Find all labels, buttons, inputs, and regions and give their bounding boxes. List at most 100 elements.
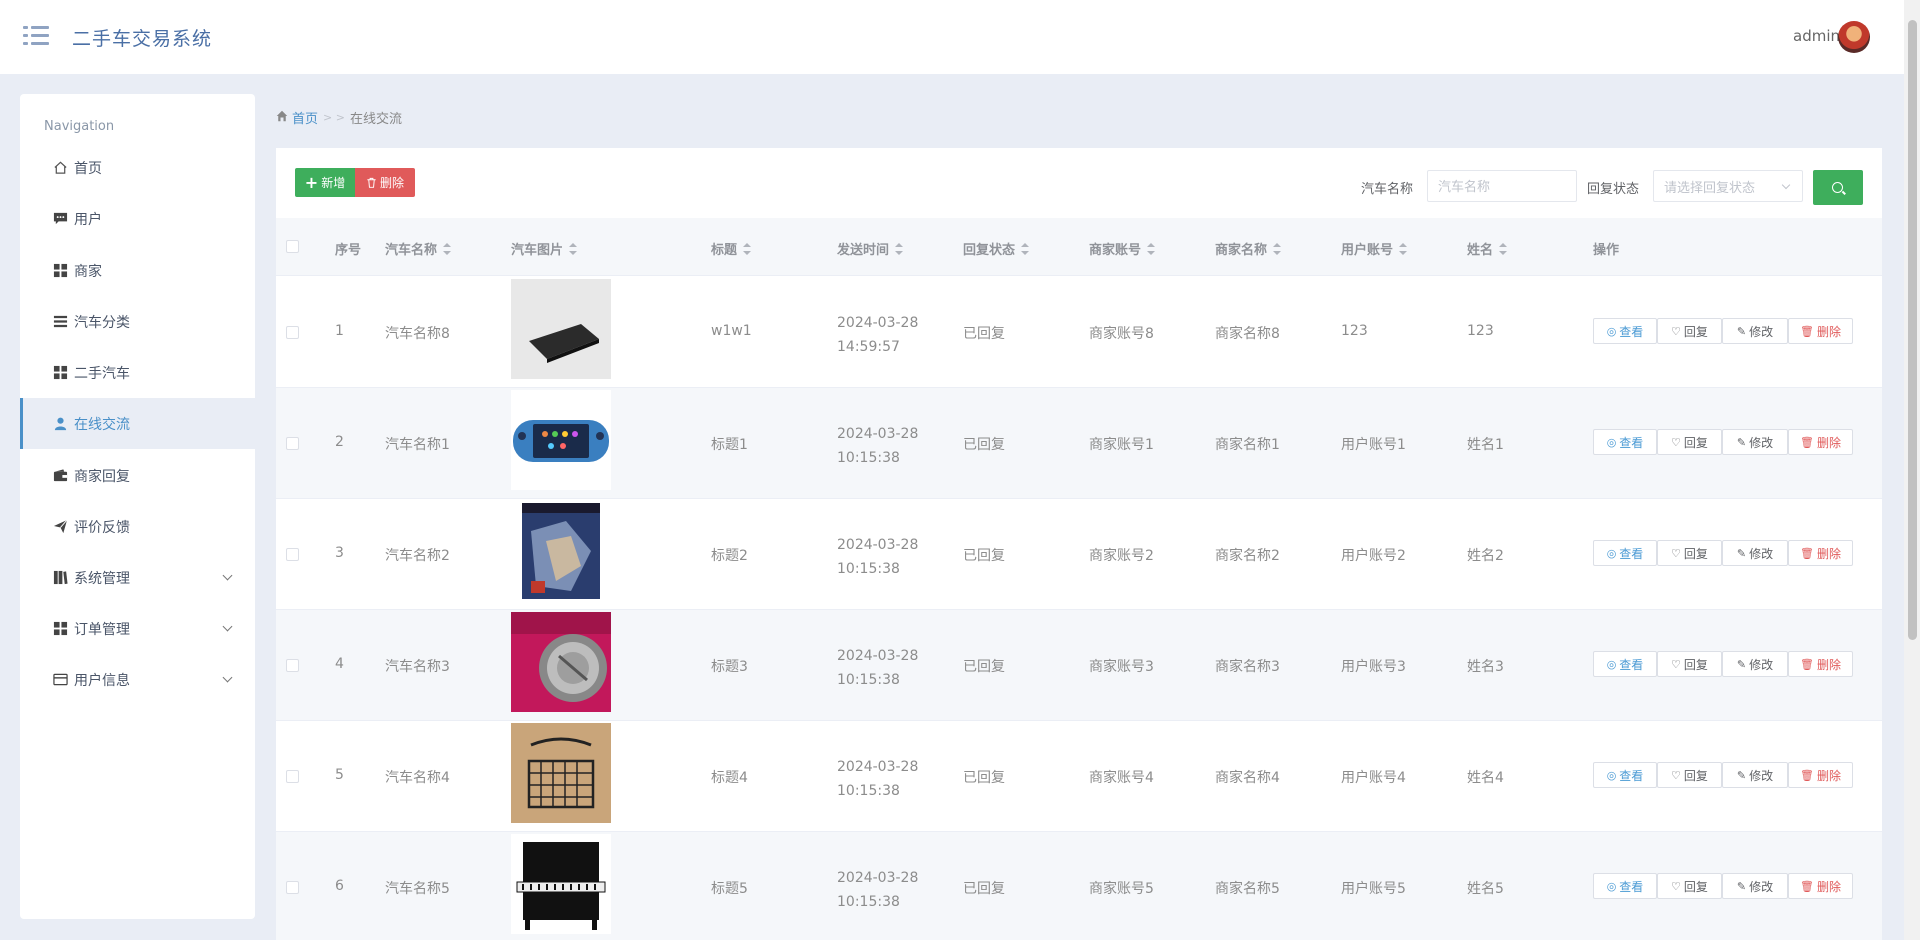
sort-icon [1147, 242, 1156, 255]
camera-image[interactable] [511, 612, 611, 712]
reply-button[interactable]: ♡ 回复 [1657, 651, 1722, 677]
breadcrumb: 首页 > > 在线交流 [276, 108, 402, 127]
cell-no: 3 [335, 545, 344, 561]
laptop-image[interactable] [511, 279, 611, 379]
cell-car-name: 汽车名称1 [385, 437, 450, 453]
reply-status-label: 回复状态 [1587, 182, 1640, 197]
column-header[interactable]: 用户账号 [1341, 239, 1408, 258]
column-header[interactable]: 汽车名称 [385, 239, 452, 258]
reply-button[interactable]: ♡ 回复 [1657, 762, 1722, 788]
menu-toggle-icon[interactable] [23, 26, 49, 46]
avatar[interactable] [1838, 21, 1870, 53]
user-name[interactable]: admin [1793, 27, 1840, 45]
car-name-input[interactable] [1427, 170, 1577, 202]
select-all-checkbox[interactable] [286, 240, 299, 253]
piano-image[interactable] [511, 834, 611, 934]
row-checkbox[interactable] [286, 548, 299, 561]
edit-icon: ✎ [1736, 768, 1747, 782]
add-button[interactable]: + 新增 [295, 168, 355, 197]
view-button[interactable]: ◎ 查看 [1593, 429, 1657, 455]
row-checkbox[interactable] [286, 770, 299, 783]
trash-icon: 🗑 [1800, 324, 1814, 338]
sidebar-item-system-management[interactable]: 系统管理 [20, 552, 255, 603]
edit-button[interactable]: ✎ 修改 [1722, 429, 1788, 455]
delete-button[interactable]: 🗑 删除 [1788, 651, 1853, 677]
cell-merchant-account: 商家账号4 [1089, 770, 1154, 786]
column-header[interactable]: 发送时间 [837, 239, 904, 258]
delete-button[interactable]: 🗑 删除 [1788, 540, 1853, 566]
sidebar-item-users[interactable]: 用户 [20, 193, 255, 244]
row-checkbox[interactable] [286, 881, 299, 894]
column-header[interactable]: 汽车图片 [511, 239, 578, 258]
sidebar-item-feedback[interactable]: 评价反馈 [20, 501, 255, 552]
column-header[interactable]: 回复状态 [963, 239, 1030, 258]
reply-button[interactable]: ♡ 回复 [1657, 873, 1722, 899]
sidebar-item-car-categories[interactable]: 汽车分类 [20, 296, 255, 347]
cell-car-name: 汽车名称8 [385, 326, 450, 342]
row-checkbox[interactable] [286, 437, 299, 450]
reply-button[interactable]: ♡ 回复 [1657, 540, 1722, 566]
view-button[interactable]: ◎ 查看 [1593, 873, 1657, 899]
table-row: 1 汽车名称8 w1w1 2024-03-28 14:59:57 已回复 商家账… [276, 277, 1882, 388]
chevron-down-icon [222, 672, 233, 683]
edit-icon: ✎ [1736, 324, 1747, 338]
sidebar-item-online-chat[interactable]: 在线交流 [20, 398, 255, 449]
sidebar-item-merchants[interactable]: 商家 [20, 245, 255, 296]
trash-icon [367, 177, 376, 188]
table-row: 6 汽车名称5 标题5 2024-03-28 10:15:38 已回复 商家账号… [276, 832, 1882, 940]
view-button[interactable]: ◎ 查看 [1593, 540, 1657, 566]
sidebar-item-order-management[interactable]: 订单管理 [20, 603, 255, 654]
sidebar-item-used-cars[interactable]: 二手汽车 [20, 347, 255, 398]
breadcrumb-home[interactable]: 首页 [292, 108, 318, 127]
cell-title: 标题2 [711, 548, 748, 564]
game-box-image[interactable] [511, 501, 611, 601]
edit-button[interactable]: ✎ 修改 [1722, 318, 1788, 344]
view-button[interactable]: ◎ 查看 [1593, 762, 1657, 788]
heart-icon: ♡ [1671, 324, 1681, 338]
trash-icon: 🗑 [1800, 768, 1814, 782]
column-header[interactable]: 标题 [711, 239, 752, 258]
cell-merchant-account: 商家账号8 [1089, 326, 1154, 342]
sort-icon [1273, 242, 1282, 255]
search-button[interactable] [1813, 170, 1863, 205]
delete-button[interactable]: 🗑 删除 [1788, 429, 1853, 455]
cell-merchant-name: 商家名称2 [1215, 548, 1280, 564]
edit-button[interactable]: ✎ 修改 [1722, 873, 1788, 899]
column-header[interactable]: 姓名 [1467, 239, 1508, 258]
trash-icon: 🗑 [1800, 657, 1814, 671]
cell-send-time: 2024-03-28 10:15:38 [837, 537, 919, 577]
delete-button[interactable]: 🗑 删除 [1788, 318, 1853, 344]
game-console-image[interactable] [511, 390, 611, 490]
delete-button[interactable]: 🗑 删除 [1788, 762, 1853, 788]
column-header[interactable]: 商家账号 [1089, 239, 1156, 258]
view-button[interactable]: ◎ 查看 [1593, 651, 1657, 677]
batch-delete-button[interactable]: 删除 [355, 168, 415, 197]
edit-icon: ✎ [1736, 435, 1747, 449]
reply-button[interactable]: ♡ 回复 [1657, 429, 1722, 455]
delete-button[interactable]: 🗑 删除 [1788, 873, 1853, 899]
edit-button[interactable]: ✎ 修改 [1722, 651, 1788, 677]
scrollbar-thumb[interactable] [1908, 20, 1917, 640]
sidebar-item-user-info[interactable]: 用户信息 [20, 654, 255, 705]
reply-button[interactable]: ♡ 回复 [1657, 318, 1722, 344]
view-button[interactable]: ◎ 查看 [1593, 318, 1657, 344]
sidebar-item-merchant-replies[interactable]: 商家回复 [20, 450, 255, 501]
edit-button[interactable]: ✎ 修改 [1722, 540, 1788, 566]
reply-status-select[interactable]: 请选择回复状态 [1653, 170, 1803, 202]
row-checkbox[interactable] [286, 326, 299, 339]
cell-merchant-name: 商家名称1 [1215, 437, 1280, 453]
cell-merchant-name: 商家名称8 [1215, 326, 1280, 342]
sidebar-item-label: 商家 [74, 263, 102, 280]
page-scrollbar[interactable] [1904, 0, 1920, 940]
cell-reply-status: 已回复 [963, 881, 1005, 897]
cell-name: 姓名4 [1467, 770, 1504, 786]
sidebar-item-home[interactable]: 首页 [20, 142, 255, 193]
cell-user-account: 用户账号3 [1341, 659, 1406, 675]
row-checkbox[interactable] [286, 659, 299, 672]
edit-button[interactable]: ✎ 修改 [1722, 762, 1788, 788]
sort-icon [743, 242, 752, 255]
sidebar-item-label: 汽车分类 [74, 314, 130, 331]
eye-icon: ◎ [1606, 879, 1617, 893]
column-header[interactable]: 商家名称 [1215, 239, 1282, 258]
basket-image[interactable] [511, 723, 611, 823]
